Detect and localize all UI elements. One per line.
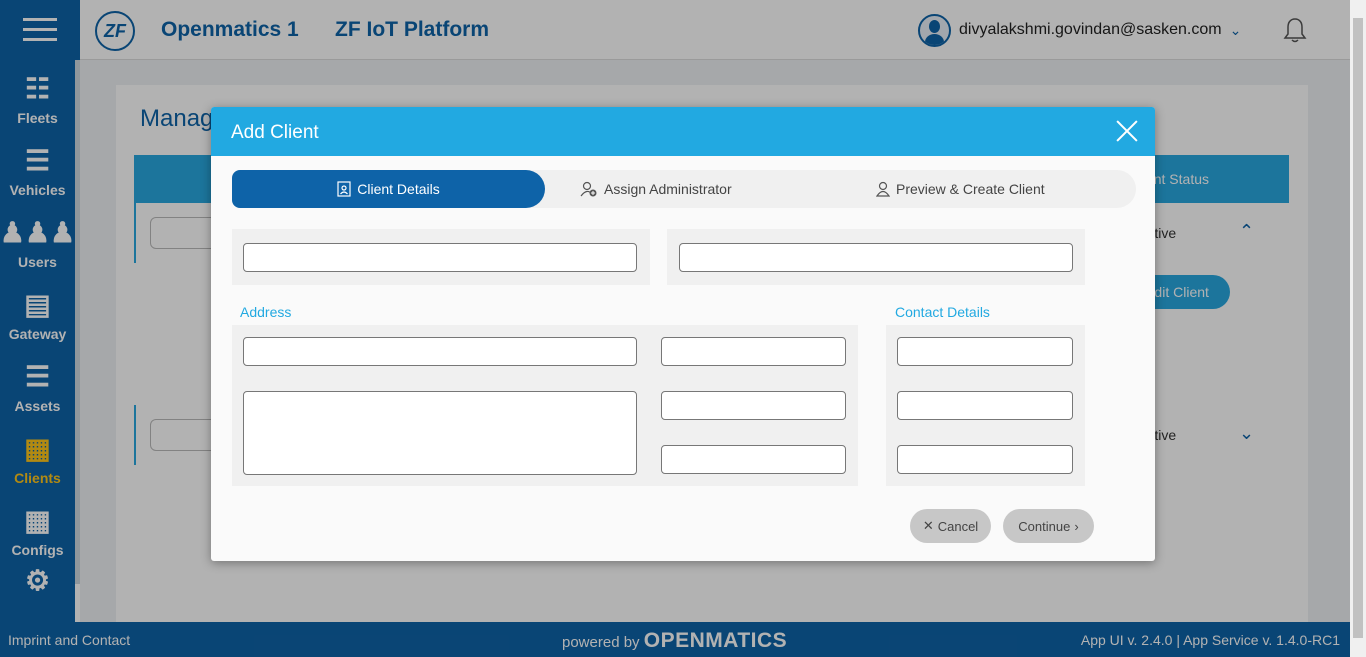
- step-label: Client Details: [357, 181, 440, 197]
- id-card-icon: [337, 181, 351, 197]
- contact-email-field[interactable]: [897, 391, 1073, 420]
- city-field[interactable]: [661, 391, 846, 420]
- client-name-field[interactable]: [243, 243, 637, 272]
- page-scrollbar[interactable]: [1350, 0, 1366, 657]
- close-icon: ✕: [922, 518, 934, 533]
- step-label: Assign Administrator: [604, 181, 732, 197]
- step-label: Preview & Create Client: [896, 181, 1045, 197]
- add-client-dialog: Add Client Client Details Assign Adminis…: [211, 107, 1155, 561]
- postal-code-field[interactable]: [661, 337, 846, 366]
- cancel-button[interactable]: ✕ Cancel: [910, 509, 991, 543]
- client-id-field[interactable]: [679, 243, 1073, 272]
- step-assign-administrator[interactable]: Assign Administrator: [580, 170, 732, 208]
- step-preview-create[interactable]: Preview & Create Client: [876, 170, 1045, 208]
- dialog-header: Add Client: [211, 107, 1155, 156]
- country-field[interactable]: [661, 445, 846, 474]
- contact-name-field[interactable]: [897, 337, 1073, 366]
- street-field[interactable]: [243, 337, 637, 366]
- cancel-label: Cancel: [937, 518, 979, 534]
- contact-phone-field[interactable]: [897, 445, 1073, 474]
- chevron-right-icon: ›: [1074, 518, 1079, 534]
- dialog-title: Add Client: [231, 122, 319, 143]
- continue-label: Continue: [1018, 518, 1071, 534]
- step-client-details[interactable]: Client Details: [232, 170, 545, 208]
- address-section-label: Address: [240, 304, 292, 320]
- wizard-steps: Client Details Assign Administrator Prev…: [232, 170, 1136, 208]
- user-icon: [876, 181, 890, 197]
- app-root: ZF Openmatics 1 ZF IoT Platform divyalak…: [0, 0, 1366, 657]
- scrollbar-thumb[interactable]: [1353, 18, 1363, 638]
- continue-button[interactable]: Continue ›: [1003, 509, 1094, 543]
- user-add-icon: [580, 181, 597, 197]
- address-textarea[interactable]: [243, 391, 637, 475]
- contact-section-label: Contact Details: [895, 304, 990, 320]
- close-icon[interactable]: [1114, 118, 1140, 144]
